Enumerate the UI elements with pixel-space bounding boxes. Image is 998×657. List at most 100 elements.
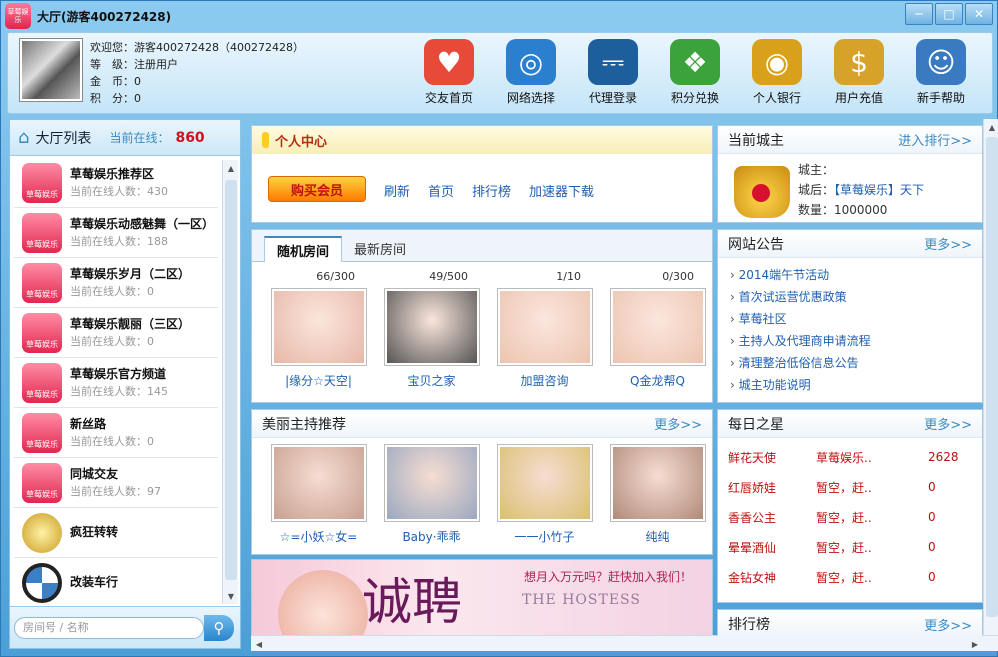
notice-item[interactable]: 主持人及代理商申请流程 <box>730 330 982 352</box>
vertical-scroll-thumb[interactable] <box>986 137 998 617</box>
room-thumbnail[interactable] <box>270 288 367 366</box>
room-search-input[interactable]: 房间号 / 名称 <box>14 617 204 639</box>
notice-more-link[interactable]: 更多>> <box>924 234 972 253</box>
hall-item[interactable]: 草莓娱乐 草莓娱乐岁月（二区） 当前在线人数：0 <box>14 258 218 308</box>
hall-item-name: 草莓娱乐岁月（二区） <box>70 266 191 281</box>
daily-star-header: 每日之星 更多>> <box>718 410 982 438</box>
avatar[interactable] <box>20 39 82 101</box>
star-user[interactable]: 暂空，赶.. <box>816 509 928 526</box>
queen-value[interactable]: 【草莓娱乐】天下 <box>834 183 924 197</box>
host-name[interactable]: 一一小竹子 <box>488 528 601 545</box>
scroll-left-icon[interactable]: ◀ <box>251 636 267 652</box>
host-photo[interactable] <box>383 444 480 522</box>
personal-center: 个人中心 购买会员 刷新 首页 排行榜 加速器下载 <box>251 125 713 223</box>
room-name[interactable]: 加盟咨询 <box>488 372 601 389</box>
toolbar-item-5[interactable]: $ 用户充值 <box>818 39 900 106</box>
welcome-text: 欢迎您：游客400272428（400272428） <box>90 41 304 54</box>
toolbar: ♥ 交友首页 ◎ 网络选择 ⎓ 代理登录 ❖ 积分兑换 ◉ 个人银行 $ 用户充值 ☺ 新手帮助 <box>408 39 982 106</box>
room-thumbnail[interactable] <box>496 288 593 366</box>
room-name[interactable]: Q金龙帮Q <box>601 372 714 389</box>
vscroll-up-icon[interactable]: ▲ <box>984 119 998 135</box>
notice-item[interactable]: 清理整治低俗信息公告 <box>730 352 982 374</box>
daily-star-row[interactable]: 晕晕酒仙 暂空，赶.. 0 <box>718 532 982 562</box>
hall-item[interactable]: 草莓娱乐 草莓娱乐动感魅舞（一区） 当前在线人数：188 <box>14 208 218 258</box>
toolbar-item-1[interactable]: ◎ 网络选择 <box>490 39 572 106</box>
personal-link[interactable]: 排行榜 <box>472 181 511 200</box>
host-card[interactable]: 一一小竹子 <box>488 444 601 545</box>
minimize-button[interactable]: ─ <box>905 3 933 25</box>
host-card[interactable]: Baby·乖乖 <box>375 444 488 545</box>
hall-scrollbar[interactable]: ▲ ▼ <box>222 160 238 604</box>
daily-star-row[interactable]: 鲜花天使 草莓娱乐.. 2628 <box>718 442 982 472</box>
host-photo[interactable] <box>609 444 706 522</box>
room-thumbnail[interactable] <box>609 288 706 366</box>
hosts-panel: 美丽主持推荐 更多>> ☆=小妖☆女= Baby·乖乖 一一小竹子 纯纯 <box>251 409 713 555</box>
hall-item[interactable]: 草莓娱乐 草莓娱乐靓丽（三区） 当前在线人数：0 <box>14 308 218 358</box>
toolbar-label: 用户充值 <box>834 91 883 105</box>
hall-item[interactable]: 改装车行 <box>14 558 218 604</box>
room-card[interactable]: 66/300 |缘分☆天空| <box>262 270 375 389</box>
queen-label: 城后： <box>798 183 835 197</box>
hall-item[interactable]: 草莓娱乐 同城交友 当前在线人数：97 <box>14 458 218 508</box>
search-button[interactable]: ⚲ <box>204 615 234 641</box>
star-user[interactable]: 草莓娱乐.. <box>816 449 928 466</box>
vertical-scrollbar[interactable]: ▲ <box>983 119 998 635</box>
room-card[interactable]: 0/300 Q金龙帮Q <box>601 270 714 389</box>
daily-star-row[interactable]: 红唇娇娃 暂空，赶.. 0 <box>718 472 982 502</box>
strawberry-logo-icon: 草莓娱乐 <box>22 262 62 303</box>
toolbar-item-3[interactable]: ❖ 积分兑换 <box>654 39 736 106</box>
host-name[interactable]: ☆=小妖☆女= <box>262 528 375 545</box>
personal-link[interactable]: 首页 <box>428 181 454 200</box>
hall-item[interactable]: 疯狂转转 <box>14 508 218 558</box>
host-card[interactable]: 纯纯 <box>601 444 714 545</box>
daily-star-row[interactable]: 金钻女神 暂空，赶.. 0 <box>718 562 982 592</box>
personal-link[interactable]: 刷新 <box>384 181 410 200</box>
host-photo[interactable] <box>496 444 593 522</box>
toolbar-item-0[interactable]: ♥ 交友首页 <box>408 39 490 106</box>
hall-item-name: 草莓娱乐动感魅舞（一区） <box>70 216 215 231</box>
toolbar-label: 代理登录 <box>588 91 637 105</box>
scroll-down-icon[interactable]: ▼ <box>223 588 239 604</box>
host-card[interactable]: ☆=小妖☆女= <box>262 444 375 545</box>
host-name[interactable]: 纯纯 <box>601 528 714 545</box>
toolbar-item-2[interactable]: ⎓ 代理登录 <box>572 39 654 106</box>
scroll-right-icon[interactable]: ▶ <box>967 636 983 652</box>
daily-star-more-link[interactable]: 更多>> <box>924 414 972 433</box>
personal-link[interactable]: 加速器下载 <box>529 181 594 200</box>
host-name[interactable]: Baby·乖乖 <box>375 528 488 545</box>
hall-logo-text: 草莓娱乐 <box>26 189 58 199</box>
tab-room-1[interactable]: 最新房间 <box>342 235 418 261</box>
tab-room-0[interactable]: 随机房间 <box>264 236 343 262</box>
daily-star-row[interactable]: 香香公主 暂空，赶.. 0 <box>718 502 982 532</box>
scroll-up-icon[interactable]: ▲ <box>223 160 239 176</box>
room-name[interactable]: 宝贝之家 <box>375 372 488 389</box>
close-button[interactable]: ✕ <box>965 3 993 25</box>
ranking-more-link[interactable]: 更多>> <box>924 615 972 634</box>
hall-scroll-thumb[interactable] <box>225 180 237 580</box>
room-tabs: 随机房间 最新房间 <box>252 230 712 262</box>
star-user[interactable]: 暂空，赶.. <box>816 539 928 556</box>
hall-item[interactable]: 草莓娱乐 草莓娱乐推荐区 当前在线人数：430 <box>14 158 218 208</box>
star-user[interactable]: 暂空，赶.. <box>816 479 928 496</box>
city-lord-more-link[interactable]: 进入排行>> <box>898 130 972 149</box>
room-name[interactable]: |缘分☆天空| <box>262 372 375 389</box>
toolbar-item-6[interactable]: ☺ 新手帮助 <box>900 39 982 106</box>
notice-item[interactable]: 草莓社区 <box>730 308 982 330</box>
maximize-button[interactable]: □ <box>935 3 963 25</box>
toolbar-item-4[interactable]: ◉ 个人银行 <box>736 39 818 106</box>
title-bar[interactable]: 草莓娱乐 大厅(游客400272428) ─ □ ✕ <box>1 1 997 31</box>
buy-membership-button[interactable]: 购买会员 <box>268 176 366 202</box>
notice-item[interactable]: 首次试运营优惠政策 <box>730 286 982 308</box>
hall-item[interactable]: 草莓娱乐 新丝路 当前在线人数：0 <box>14 408 218 458</box>
notice-item[interactable]: 城主功能说明 <box>730 374 982 396</box>
star-user[interactable]: 暂空，赶.. <box>816 569 928 586</box>
star-score: 0 <box>928 570 936 584</box>
hosts-more-link[interactable]: 更多>> <box>654 414 702 433</box>
hall-item[interactable]: 草莓娱乐 草莓娱乐官方频道 当前在线人数：145 <box>14 358 218 408</box>
host-photo[interactable] <box>270 444 367 522</box>
hall-item-online: 当前在线人数：0 <box>70 434 154 448</box>
room-card[interactable]: 1/10 加盟咨询 <box>488 270 601 389</box>
notice-item[interactable]: 2014端午节活动 <box>730 264 982 286</box>
room-thumbnail[interactable] <box>383 288 480 366</box>
room-card[interactable]: 49/500 宝贝之家 <box>375 270 488 389</box>
